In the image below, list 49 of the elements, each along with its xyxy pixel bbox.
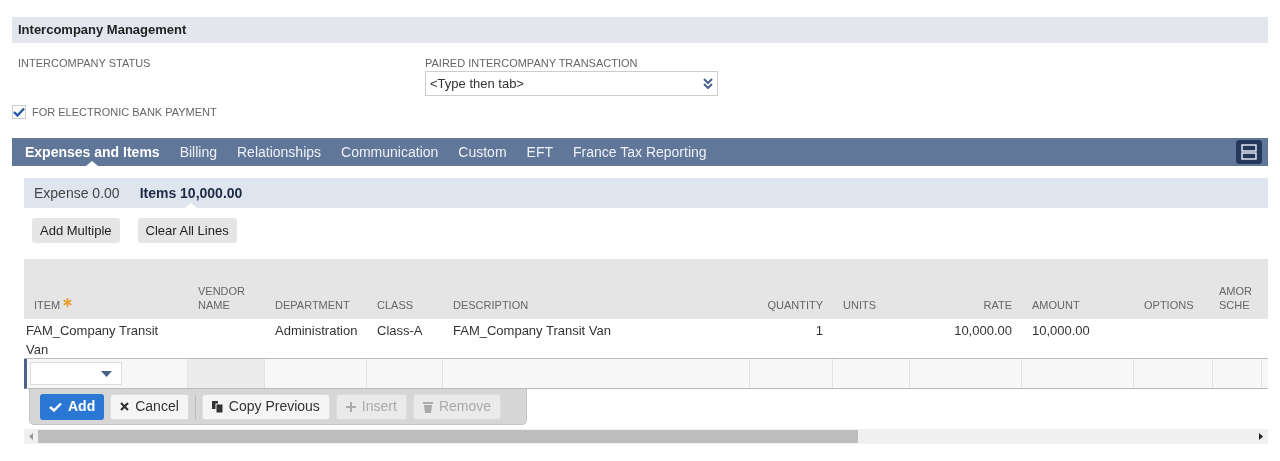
column-header: DESCRIPTION: [453, 298, 529, 312]
column-header: AMOUNT: [1032, 298, 1080, 312]
checkbox-label: FOR ELECTRONIC BANK PAYMENT: [32, 105, 217, 119]
column-header: VENDOR NAME: [198, 284, 247, 312]
field-label: INTERCOMPANY STATUS: [18, 56, 152, 70]
tab[interactable]: Custom: [448, 138, 517, 166]
column-header: AMOR SCHE: [1219, 284, 1253, 312]
toolbar-button[interactable]: Clear All Lines: [137, 218, 237, 243]
subtab[interactable]: Items 10,000.00: [129, 178, 253, 208]
tab[interactable]: France Tax Reporting: [563, 138, 717, 166]
column-header: UNITS: [843, 298, 876, 312]
tab[interactable]: Billing: [169, 138, 227, 166]
subtab[interactable]: Expense 0.00: [24, 178, 130, 208]
caret-icon: [101, 370, 112, 377]
horizontal-scrollbar[interactable]: [24, 429, 1268, 444]
table-cell-text: FAM_Company Transit Van: [26, 322, 160, 358]
table-cell-text: Class-A: [377, 322, 423, 340]
toolbar-button[interactable]: Add Multiple: [32, 218, 120, 243]
tab[interactable]: Communication: [331, 138, 449, 166]
tab[interactable]: Relationships: [227, 138, 332, 166]
table-cell-text: Administration: [275, 322, 358, 340]
check-icon: [49, 401, 62, 412]
plus-icon: [345, 401, 356, 412]
column-header: QUANTITY: [767, 298, 823, 312]
section-title: Intercompany Management: [18, 21, 187, 40]
item-dropdown[interactable]: [30, 362, 122, 385]
transaction-select[interactable]: <Type then tab>: [425, 71, 718, 96]
column-header: ITEM: [34, 298, 61, 312]
tab[interactable]: EFT: [516, 138, 563, 166]
trash-icon: [422, 400, 433, 413]
column-header: CLASS: [377, 298, 414, 312]
table-cell-text: FAM_Company Transit Van: [453, 322, 611, 340]
double-chevron-icon: [703, 78, 713, 89]
tab[interactable]: Expenses and Items: [15, 138, 170, 166]
layout-toggle-icon[interactable]: [1236, 140, 1262, 164]
table-cell-text: 1: [815, 322, 823, 340]
edit-row[interactable]: [24, 359, 1268, 389]
column-header: OPTIONS: [1144, 298, 1194, 312]
field-label: PAIRED INTERCOMPANY TRANSACTION: [425, 56, 639, 70]
column-header: RATE: [983, 298, 1012, 312]
table-cell-text: 10,000.00: [954, 322, 1012, 340]
checkbox[interactable]: [12, 105, 26, 119]
table-cell-text: 10,000.00: [1032, 322, 1090, 340]
line-action-button[interactable]: Cancel: [110, 393, 189, 420]
column-header: DEPARTMENT: [275, 298, 350, 312]
copy-icon: [211, 400, 223, 413]
line-action-button[interactable]: Add: [40, 393, 105, 420]
close-icon: [120, 402, 130, 411]
line-action-button[interactable]: Copy Previous: [201, 393, 330, 420]
